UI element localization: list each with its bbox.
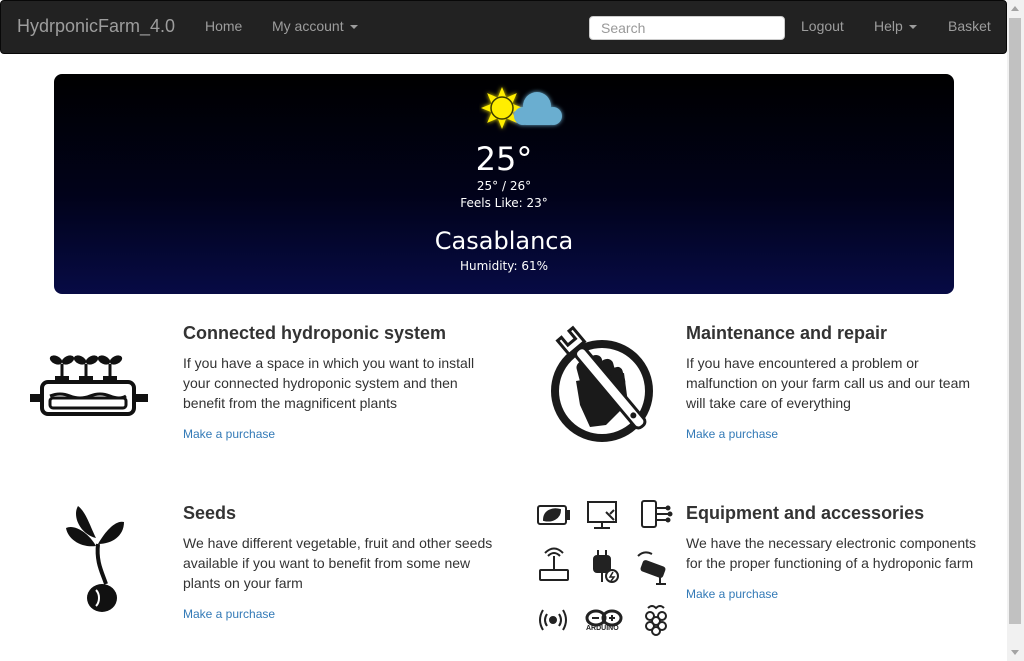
sun-behind-cloud-icon bbox=[481, 87, 562, 129]
make-purchase-link[interactable]: Make a purchase bbox=[183, 607, 275, 621]
arduino-label: ARDUINO bbox=[586, 625, 619, 632]
feels-like: Feels Like: 23° bbox=[460, 196, 548, 210]
nav-basket[interactable]: Basket bbox=[948, 18, 991, 34]
battery-leaf-icon bbox=[537, 505, 570, 525]
service-description: If you have a space in which you want to… bbox=[183, 355, 475, 411]
scrollbar-thumb[interactable] bbox=[1009, 18, 1021, 624]
caret-down-icon bbox=[349, 25, 358, 30]
caret-down-icon bbox=[908, 25, 917, 30]
nav-my-account-label: My account bbox=[272, 18, 344, 34]
city-name: Casablanca bbox=[434, 227, 574, 255]
power-plug-icon bbox=[593, 550, 619, 583]
electronics-grid-icon: ARDUINO bbox=[534, 498, 674, 640]
service-description: If you have encountered a problem or mal… bbox=[686, 355, 971, 411]
search-input[interactable] bbox=[589, 16, 785, 40]
fist-wrench-icon bbox=[551, 325, 653, 442]
scroll-up-icon[interactable] bbox=[1011, 6, 1019, 11]
nav-my-account[interactable]: My account bbox=[272, 18, 358, 34]
nav-home[interactable]: Home bbox=[205, 18, 242, 34]
scroll-down-icon[interactable] bbox=[1011, 650, 1019, 655]
raspberry-pi-icon bbox=[645, 605, 667, 636]
arduino-logo-icon bbox=[585, 609, 623, 627]
service-title: Connected hydroponic system bbox=[183, 323, 447, 343]
make-purchase-link[interactable]: Make a purchase bbox=[686, 427, 778, 441]
temperature-range: 25° / 26° bbox=[476, 179, 532, 193]
sprouting-seed-icon bbox=[66, 506, 124, 612]
service-title: Equipment and accessories bbox=[686, 503, 925, 523]
current-temperature: 25° bbox=[475, 140, 533, 178]
make-purchase-link[interactable]: Make a purchase bbox=[686, 587, 778, 601]
brand-logo[interactable]: HydrponicFarm_4.0 bbox=[17, 16, 175, 37]
router-icon bbox=[539, 547, 569, 581]
hydroponic-tray-icon bbox=[30, 355, 148, 416]
security-camera-icon bbox=[637, 551, 666, 585]
humidity: Humidity: 61% bbox=[459, 259, 549, 273]
service-description: We have the necessary electronic compone… bbox=[686, 535, 977, 571]
service-description: We have different vegetable, fruit and o… bbox=[183, 535, 493, 591]
nav-help[interactable]: Help bbox=[874, 18, 917, 34]
wireless-signal-icon bbox=[539, 609, 567, 631]
service-title: Seeds bbox=[183, 503, 237, 523]
top-navbar: HydrponicFarm_4.0 Home My account Logout… bbox=[0, 0, 1007, 54]
touch-monitor-icon bbox=[587, 501, 617, 529]
nav-help-label: Help bbox=[874, 18, 903, 34]
weather-widget: 25° 25° / 26° Feels Like: 23° Casablanca… bbox=[54, 74, 954, 294]
nav-logout[interactable]: Logout bbox=[801, 18, 844, 34]
service-title: Maintenance and repair bbox=[686, 323, 888, 343]
make-purchase-link[interactable]: Make a purchase bbox=[183, 427, 275, 441]
smartphone-circuit-icon bbox=[641, 500, 673, 528]
